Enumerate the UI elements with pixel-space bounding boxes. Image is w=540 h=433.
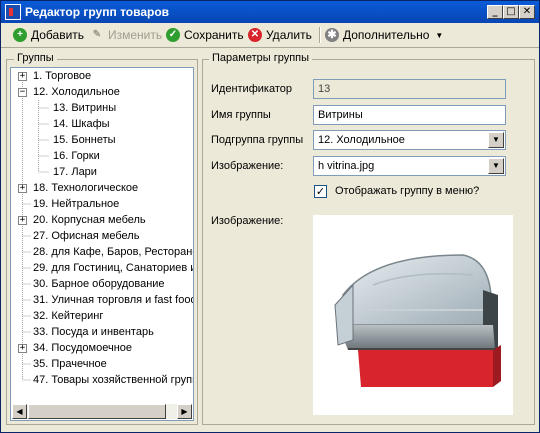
gear-icon: ✱ [325,28,339,42]
edit-label: Изменить [108,28,163,42]
show-in-menu-label[interactable]: Отображать группу в меню? [335,185,479,197]
tree-item-label: 1. Торговое [33,70,92,82]
expand-icon[interactable]: + [18,184,27,193]
minimize-button[interactable]: _ [487,5,503,19]
pencil-icon: ✎ [92,29,102,40]
toolbar: + Добавить ✎ Изменить ✓ Сохранить ✕ Удал… [1,23,539,48]
tree-item-label: 47. Товары хозяйственной группы [33,374,194,386]
save-button[interactable]: ✓ Сохранить [166,26,244,44]
image-select[interactable]: h vitrina.jpg ▼ [313,156,506,176]
chevron-down-icon: ▼ [435,30,444,40]
tree-item-label: 20. Корпусная мебель [33,214,146,226]
group-image-preview [313,215,513,415]
window-title: Редактор групп товаров [25,5,170,19]
name-value: Витрины [318,109,363,121]
display-case-image [334,254,501,387]
tree-item-label: 15. Боннеты [53,134,116,146]
title-bar[interactable]: Редактор групп товаров _ □ ✕ [1,1,539,23]
tree-item-label: 16. Горки [53,150,100,162]
horizontal-scrollbar[interactable]: ◀ ▶ [12,404,192,419]
groups-tree[interactable]: +1. Торговое −12. Холодильное 13. Витрины 1… [10,67,194,421]
name-label: Имя группы [211,109,271,121]
image-label: Изображение: [211,160,284,172]
tree-item-label: 17. Лари [53,166,97,178]
tree-item-label: 27. Офисная мебель [33,230,140,242]
close-button[interactable]: ✕ [519,5,535,19]
tree-item-label: 18. Технологическое [33,182,139,194]
more-button[interactable]: ✱ Дополнительно ▼ [325,26,443,44]
name-field[interactable]: Витрины [313,105,506,125]
id-field: 13 [313,79,506,99]
add-button[interactable]: + Добавить [13,26,84,44]
tree-item-label: 28. для Кафе, Баров, Ресторанов [33,246,194,258]
maximize-button[interactable]: □ [503,5,519,19]
toolbar-separator [319,27,321,43]
preview-label: Изображение: [211,215,284,227]
save-label: Сохранить [184,28,244,42]
scroll-right-icon[interactable]: ▶ [177,404,192,419]
tree-item-label: 35. Прачечное [33,358,107,370]
tree-item-label: 13. Витрины [53,102,117,114]
chevron-down-icon[interactable]: ▼ [488,132,504,148]
expand-icon[interactable]: + [18,216,27,225]
tree-item-label: 33. Посуда и инвентарь [33,326,154,338]
tree-item-label: 30. Барное оборудование [33,278,165,290]
delete-button[interactable]: ✕ Удалить [248,26,312,44]
edit-button[interactable]: ✎ Изменить [90,26,162,44]
tree-item-label: 31. Уличная торговля и fast food [33,294,194,306]
tree-item-label: 34. Посудомоечное [33,342,133,354]
params-panel-title: Параметры группы [209,52,313,64]
id-value: 13 [318,83,331,95]
tree-item-label: 32. Кейтеринг [33,310,104,322]
tree-item-label: 19. Нейтральное [33,198,120,210]
checkmark-icon: ✓ [166,28,180,42]
chevron-down-icon[interactable]: ▼ [488,158,504,174]
groups-panel-title: Группы [14,52,57,64]
scroll-thumb[interactable] [28,404,166,419]
tree-item-label: 29. для Гостиниц, Санаториев и [33,262,194,274]
subgroup-value: 12. Холодильное [318,134,405,146]
tree-item-label: 12. Холодильное [33,86,120,98]
add-label: Добавить [31,28,85,42]
scroll-left-icon[interactable]: ◀ [12,404,27,419]
image-value: h vitrina.jpg [318,160,375,172]
expand-icon[interactable]: + [18,344,27,353]
collapse-icon[interactable]: − [18,88,27,97]
app-window: Редактор групп товаров _ □ ✕ + Добавить … [0,0,540,433]
subgroup-select[interactable]: 12. Холодильное ▼ [313,130,506,150]
expand-icon[interactable]: + [18,72,27,81]
tree-item-label: 14. Шкафы [53,118,110,130]
plus-icon: + [13,28,27,42]
show-in-menu-checkbox[interactable]: ✓ [314,185,327,198]
app-icon [5,4,21,20]
id-label: Идентификатор [211,83,292,95]
subgroup-label: Подгруппа группы [211,134,304,146]
more-label: Дополнительно [343,28,430,42]
delete-label: Удалить [266,28,312,42]
delete-x-icon: ✕ [248,28,262,42]
